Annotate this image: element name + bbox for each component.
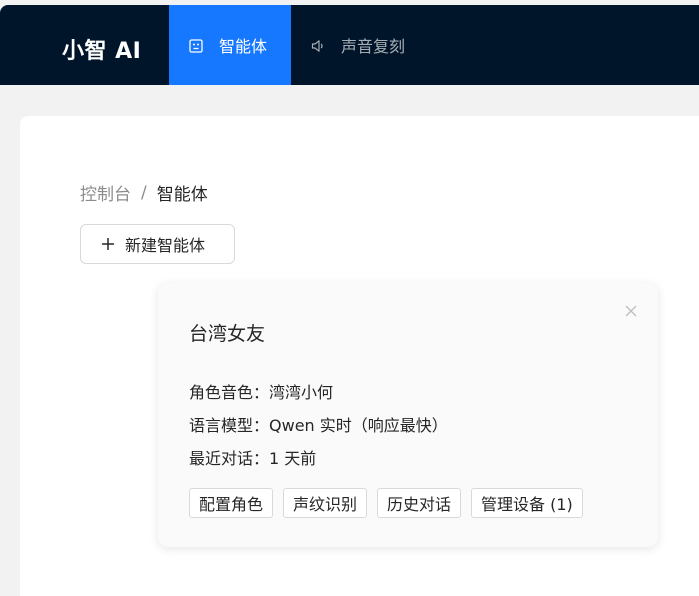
new-agent-button-label: 新建智能体 <box>125 236 206 255</box>
chat-history-button[interactable]: 历史对话 <box>377 488 462 518</box>
top-navigation-bar: 小智 AI 智能体 声音复刻 <box>0 5 699 85</box>
configure-role-button[interactable]: 配置角色 <box>189 488 274 518</box>
close-icon[interactable] <box>625 303 637 321</box>
manage-devices-button[interactable]: 管理设备 (1) <box>471 488 583 518</box>
nav-tab-voice-clone-label: 声音复刻 <box>341 37 406 56</box>
robot-icon <box>189 38 203 53</box>
app-logo: 小智 AI <box>62 39 142 64</box>
agent-last-chat-value: 1 天前 <box>269 449 317 468</box>
agent-model-info: 语言模型：Qwen 实时（响应最快） <box>189 412 448 436</box>
breadcrumb-current: 智能体 <box>156 185 208 205</box>
breadcrumb-separator: / <box>141 182 147 203</box>
nav-tab-voice-clone[interactable]: 声音复刻 <box>291 5 425 85</box>
agent-voice-label: 角色音色： <box>189 383 270 402</box>
agent-card: 台湾女友 角色音色：湾湾小何 语言模型：Qwen 实时（响应最快） 最近对话：1… <box>158 283 658 547</box>
main-content-panel: 控制台 / 智能体 新建智能体 台湾女友 角色音色：湾湾小何 语言模型：Qwen… <box>20 116 699 596</box>
agent-name: 台湾女友 <box>189 323 266 345</box>
breadcrumb-console-link[interactable]: 控制台 <box>80 180 131 205</box>
agent-last-chat-label: 最近对话： <box>189 449 270 468</box>
agent-model-value: Qwen 实时（响应最快） <box>269 416 448 435</box>
agent-last-chat-info: 最近对话：1 天前 <box>189 445 316 469</box>
voiceprint-button[interactable]: 声纹识别 <box>283 488 368 518</box>
breadcrumb: 控制台 / 智能体 <box>80 180 208 206</box>
agent-voice-value: 湾湾小何 <box>269 383 334 402</box>
nav-tab-agents[interactable]: 智能体 <box>169 5 291 85</box>
nav-tab-agents-label: 智能体 <box>219 37 268 56</box>
agent-model-label: 语言模型： <box>189 416 270 435</box>
plus-icon <box>101 234 115 254</box>
speaker-icon <box>311 38 325 52</box>
new-agent-button[interactable]: 新建智能体 <box>80 224 235 264</box>
agent-voice-info: 角色音色：湾湾小何 <box>189 379 333 403</box>
agent-actions: 配置角色 声纹识别 历史对话 管理设备 (1) <box>189 488 583 518</box>
